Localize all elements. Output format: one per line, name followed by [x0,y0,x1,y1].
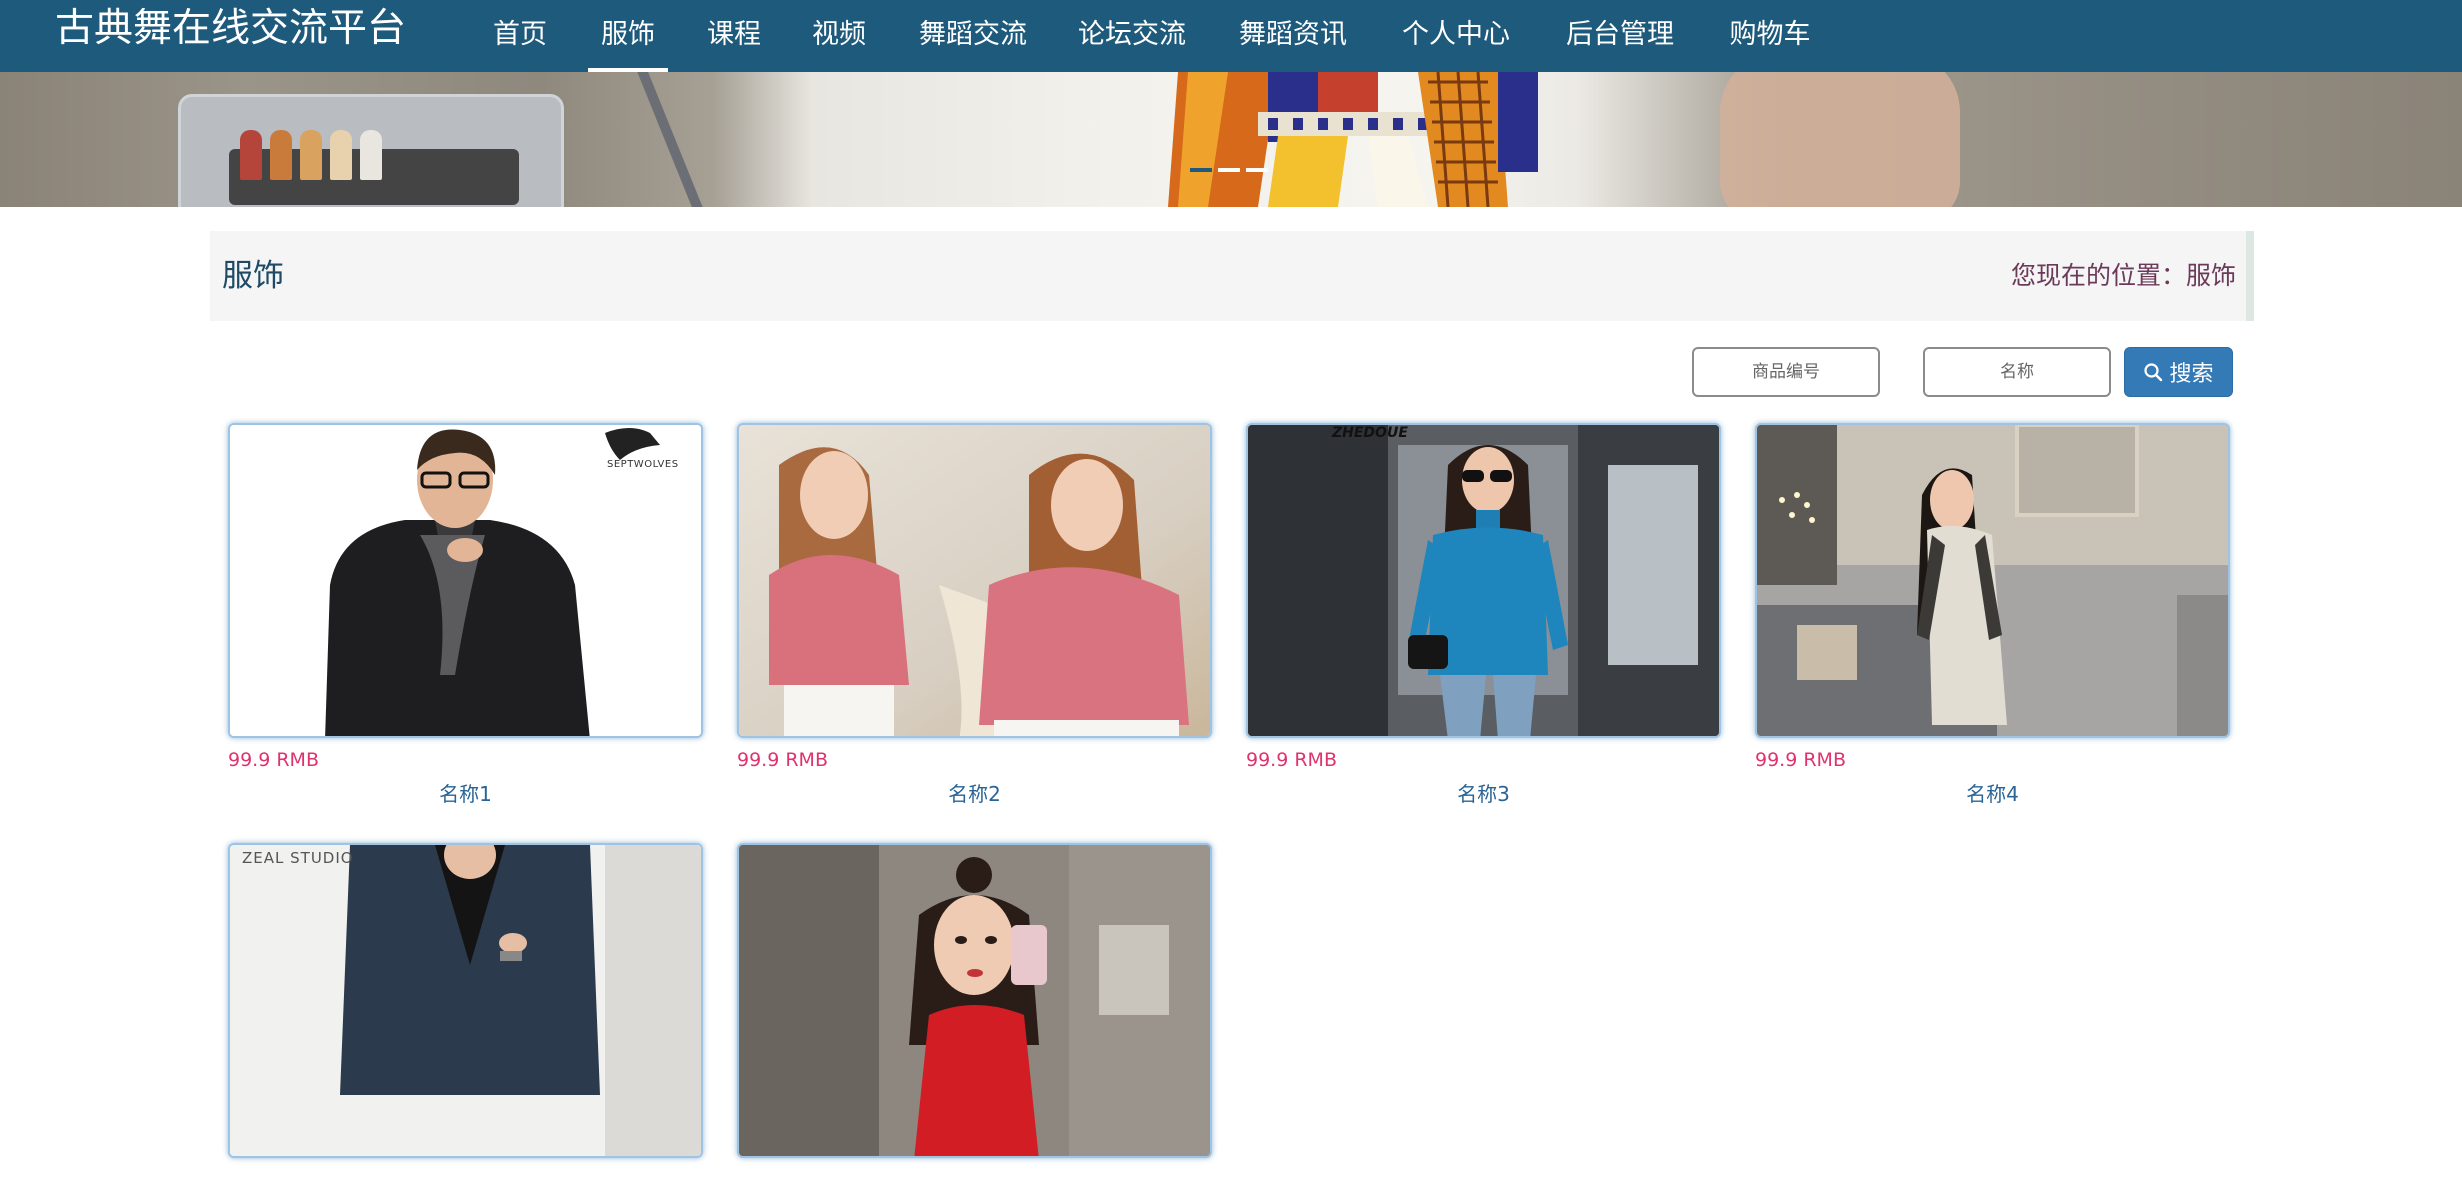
product-image[interactable] [737,423,1212,738]
section-header: 服饰 您现在的位置：服饰 [210,231,2254,321]
product-price: 99.9 RMB [1246,749,1337,771]
product-card: ZEAL STUDIO [228,843,703,1198]
product-image[interactable] [1755,423,2230,738]
banner-carousel[interactable] [0,72,2462,207]
product-price: 99.9 RMB [228,749,319,771]
product-card: 99.9 RMB 名称4 [1755,423,2230,807]
brand-logo-text: ZHEDOUE [1332,425,1408,441]
top-navbar: 古典舞在线交流平台 首页 服饰 课程 视频 舞蹈交流 论坛交流 舞蹈资讯 个人中… [0,0,2462,72]
product-name[interactable]: 名称2 [737,778,1212,807]
product-card: SEPTWOLVES 99.9 RMB 名称1 [228,423,703,807]
breadcrumb-current[interactable]: 服饰 [2186,261,2236,290]
nav-item-forum[interactable]: 论坛交流 [1076,0,1188,72]
brand-logo-text: ZEAL STUDIO [242,849,354,867]
product-name[interactable]: 名称1 [228,778,703,807]
product-price: 99.9 RMB [737,749,828,771]
nav-item-home[interactable]: 首页 [492,0,548,72]
brand-logo-text: SEPTWOLVES [607,459,679,470]
product-image[interactable]: ZEAL STUDIO [228,843,703,1158]
product-code-input[interactable] [1692,347,1880,397]
nav-item-admin[interactable]: 后台管理 [1564,0,1676,72]
product-name-input[interactable] [1923,347,2111,397]
search-icon [2144,363,2163,382]
search-button-label: 搜索 [2169,362,2214,387]
product-image[interactable]: SEPTWOLVES [228,423,703,738]
carousel-indicator-2[interactable] [1218,168,1240,172]
product-name[interactable]: 名称4 [1755,778,2230,807]
carousel-indicator-3[interactable] [1246,168,1268,172]
nav-item-videos[interactable]: 视频 [811,0,867,72]
product-card: 99.9 RMB 名称2 [737,423,1212,807]
nav-item-dance-news[interactable]: 舞蹈资讯 [1237,0,1349,72]
product-price [228,1168,703,1192]
product-card: ZHEDOUE 99.9 RMB 名称3 [1246,423,1721,807]
search-button[interactable]: 搜索 [2124,347,2233,397]
carousel-indicator-1[interactable] [1190,168,1212,172]
product-price [737,1168,1212,1192]
carousel-indicators [1190,168,1268,172]
breadcrumb: 您现在的位置：服饰 [2011,231,2236,321]
product-card [737,843,1212,1198]
nav-item-clothing[interactable]: 服饰 [588,0,668,72]
page-title: 服饰 [222,258,284,294]
product-image[interactable]: ZHEDOUE [1246,423,1721,738]
nav-item-profile[interactable]: 个人中心 [1400,0,1512,72]
banner-costume-illustration [1168,72,1538,207]
breadcrumb-label: 您现在的位置： [2010,261,2186,290]
product-name[interactable]: 名称3 [1246,778,1721,807]
nav-item-dance-exchange[interactable]: 舞蹈交流 [917,0,1029,72]
site-brand[interactable]: 古典舞在线交流平台 [55,0,406,58]
product-price: 99.9 RMB [1755,749,1846,771]
nav-item-cart[interactable]: 购物车 [1728,0,1812,72]
product-image[interactable] [737,843,1212,1158]
nav-item-courses[interactable]: 课程 [706,0,762,72]
